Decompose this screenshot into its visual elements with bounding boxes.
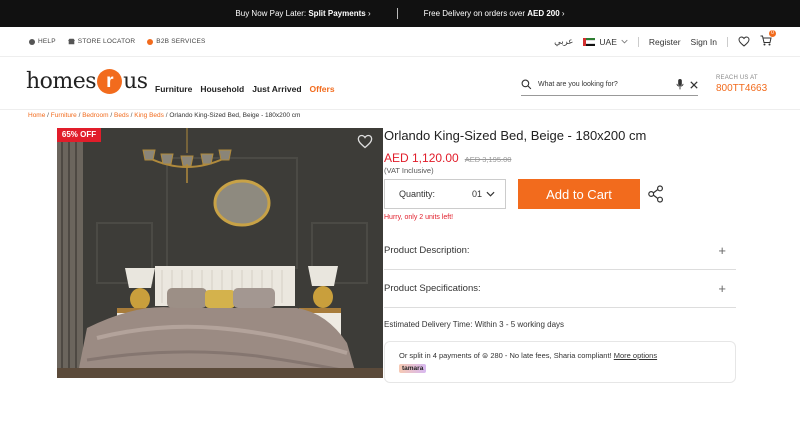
discount-badge: 65% OFF (57, 128, 101, 142)
nav-furniture[interactable]: Furniture (155, 84, 192, 94)
delivery-prefix: Free Delivery on orders over (423, 9, 525, 18)
b2b-label: B2B SERVICES (156, 38, 206, 45)
original-price: AED 3,195.00 (464, 155, 512, 164)
phone-number[interactable]: 800TT4663 (716, 83, 767, 94)
quantity-label: Quantity: (399, 189, 436, 199)
delivery-announcement[interactable]: Free Delivery on orders over AED 200 › (398, 9, 591, 18)
bnpl-announcement[interactable]: Buy Now Pay Later: Split Payments › (209, 9, 396, 18)
wishlist-heart-icon[interactable] (738, 36, 750, 47)
help-icon (29, 38, 35, 45)
cart-button[interactable]: 0 (760, 30, 776, 48)
language-switch[interactable]: عربي (554, 36, 573, 47)
country-selector[interactable]: UAE (583, 36, 628, 47)
country-label: UAE (599, 36, 617, 47)
product-description-accordion[interactable]: Product Description: + (384, 232, 736, 270)
description-label: Product Description: (384, 245, 470, 256)
share-icon[interactable] (648, 185, 664, 203)
store-locator-link[interactable]: STORE LOCATOR (67, 38, 136, 45)
price-row: AED 1,120.00 AED 3,195.00 (384, 151, 736, 165)
tamara-text: Or split in 4 payments of ⊜ 280 - No lat… (399, 351, 612, 360)
chevron-down-icon (486, 191, 495, 197)
chevron-down-icon (621, 39, 628, 44)
breadcrumb-home[interactable]: Home (28, 112, 45, 119)
close-icon[interactable] (690, 80, 698, 89)
breadcrumb-bedroom[interactable]: Bedroom (82, 112, 108, 119)
tamara-installments-box: Or split in 4 payments of ⊜ 280 - No lat… (384, 341, 736, 383)
b2b-icon (147, 38, 154, 45)
breadcrumb-current: Orlando King-Sized Bed, Beige - 180x200 … (169, 112, 301, 119)
breadcrumb-beds[interactable]: Beds (114, 112, 129, 119)
bnpl-bold: Split Payments (308, 9, 366, 18)
logo-text-left: homes (26, 69, 97, 94)
vat-note: (VAT Inclusive) (384, 166, 434, 175)
nav-just-arrived[interactable]: Just Arrived (252, 84, 301, 94)
main-header: homes r us Furniture Household Just Arri… (0, 58, 800, 110)
help-link[interactable]: HELP (29, 38, 56, 45)
homesrus-logo[interactable]: homes r us (26, 69, 148, 94)
product-info: Orlando King-Sized Bed, Beige - 180x200 … (384, 128, 736, 383)
search-input[interactable]: What are you looking for? (538, 81, 670, 88)
utility-bar: HELP STORE LOCATOR B2B SERVICES عربي UAE… (0, 27, 800, 57)
breadcrumb: Home / Furniture / Bedroom / Beds / King… (28, 112, 301, 119)
utility-divider (637, 36, 639, 47)
product-specifications-accordion[interactable]: Product Specifications: + (384, 270, 736, 308)
store-locator-label: STORE LOCATOR (77, 38, 136, 45)
b2b-services-link[interactable]: B2B SERVICES (147, 38, 205, 45)
nav-offers[interactable]: Offers (310, 84, 335, 94)
product-image[interactable]: 65% OFF (57, 128, 383, 378)
help-label: HELP (38, 38, 56, 45)
add-to-cart-button[interactable]: Add to Cart (518, 179, 640, 209)
search-icon (521, 79, 532, 90)
signin-link[interactable]: Sign In (691, 37, 717, 47)
product-title: Orlando King-Sized Bed, Beige - 180x200 … (384, 128, 647, 143)
low-stock-warning: Hurry, only 2 units left! (384, 214, 454, 221)
reach-us-label: REACH US AT (716, 75, 758, 81)
bedroom-photo (57, 128, 383, 378)
breadcrumb-furniture[interactable]: Furniture (51, 112, 77, 119)
announcement-bar: Buy Now Pay Later: Split Payments › Free… (0, 0, 800, 27)
bnpl-arrow: › (367, 9, 371, 18)
register-link[interactable]: Register (649, 37, 681, 47)
plus-icon: + (718, 281, 726, 296)
delivery-bold: AED 200 (527, 9, 560, 18)
quantity-selector[interactable]: Quantity: 01 (384, 179, 506, 209)
store-icon (67, 38, 75, 45)
specifications-label: Product Specifications: (384, 283, 481, 294)
more-options-link[interactable]: More options (614, 351, 657, 360)
logo-text-right: us (123, 69, 148, 94)
plus-icon: + (718, 243, 726, 258)
utility-divider (727, 36, 728, 47)
current-price: AED 1,120.00 (384, 151, 459, 165)
nav-household[interactable]: Household (200, 84, 244, 94)
contact-block: REACH US AT 800TT4663 (716, 75, 767, 94)
bnpl-prefix: Buy Now Pay Later: (235, 9, 307, 18)
main-nav: Furniture Household Just Arrived Offers (155, 84, 335, 94)
quantity-value: 01 (471, 189, 482, 199)
image-wishlist-heart-icon[interactable] (357, 134, 373, 149)
purchase-row: Quantity: 01 Add to Cart (384, 179, 736, 209)
microphone-icon[interactable] (676, 79, 684, 90)
tamara-logo: tamara (399, 364, 427, 373)
uae-flag-icon (583, 37, 596, 46)
breadcrumb-king-beds[interactable]: King Beds (134, 112, 164, 119)
cart-count-badge: 0 (769, 30, 776, 37)
logo-r-circle: r (97, 69, 123, 94)
delivery-arrow: › (561, 9, 565, 18)
delivery-estimate: Estimated Delivery Time: Within 3 - 5 wo… (384, 320, 565, 329)
search-bar[interactable]: What are you looking for? (521, 74, 698, 96)
